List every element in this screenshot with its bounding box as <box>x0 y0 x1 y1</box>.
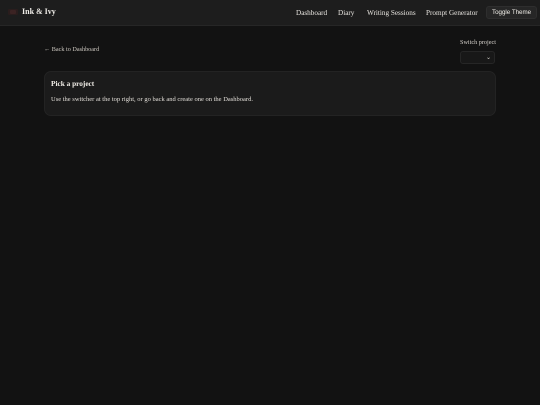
nav-writing-sessions[interactable]: Writing Sessions <box>367 0 416 26</box>
switch-project-label: Switch project <box>460 39 496 46</box>
toggle-theme-button[interactable]: Toggle Theme <box>486 6 538 19</box>
logo-icon <box>8 8 18 15</box>
card-title: Pick a project <box>51 79 95 88</box>
card-message: Use the switcher at the top right, or go… <box>51 96 253 103</box>
nav-prompt-generator[interactable]: Prompt Generator <box>426 0 478 26</box>
top-navigation-bar: Ink & Ivy Dashboard Diary Writing Sessio… <box>0 0 540 26</box>
brand-name: Ink & Ivy <box>22 7 56 16</box>
back-to-dashboard-link[interactable]: ← Back to Dashboard <box>44 46 99 53</box>
pick-project-card: Pick a project Use the switcher at the t… <box>44 71 496 116</box>
switch-project-select[interactable]: ⌄ <box>460 51 495 64</box>
brand[interactable]: Ink & Ivy <box>8 7 56 16</box>
nav-dashboard[interactable]: Dashboard <box>296 0 327 26</box>
chevron-down-icon: ⌄ <box>485 54 491 61</box>
nav-diary[interactable]: Diary <box>338 0 354 26</box>
